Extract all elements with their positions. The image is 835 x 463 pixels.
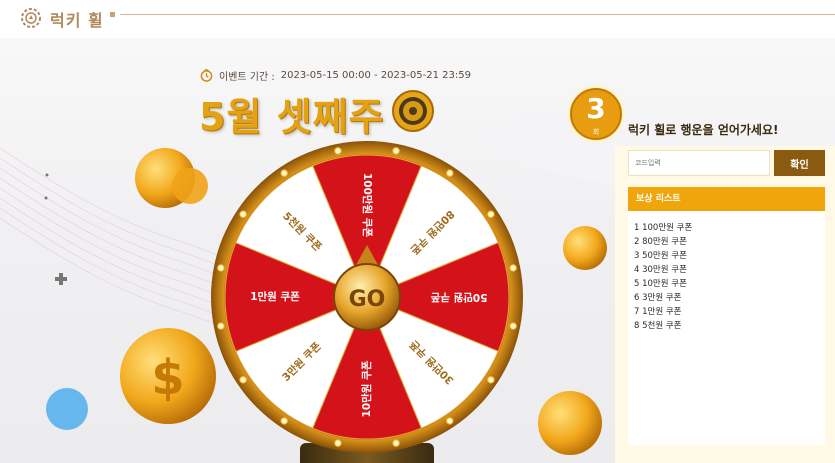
wheel-segment-label: 50만원 쿠폰 <box>430 291 487 304</box>
wheel-light-bulb <box>392 147 400 155</box>
reward-list-item: 3 50만원 쿠폰 <box>634 251 687 261</box>
wheel-light-bulb <box>509 264 517 272</box>
spin-count: 3 <box>586 92 606 125</box>
event-period: 이벤트 기간 : 2023-05-15 00:00 - 2023-05-21 2… <box>200 67 471 83</box>
event-period-value: 2023-05-15 00:00 - 2023-05-21 23:59 <box>280 69 471 81</box>
app-title: 럭키 휠 <box>50 11 104 30</box>
wheel-light-bulb <box>446 169 454 177</box>
lucky-wheel-logo-icon <box>21 8 41 28</box>
reward-list-item: 6 3만원 쿠폰 <box>634 293 682 303</box>
wheel-segment-label: 100만원 쿠폰 <box>361 173 374 238</box>
wheel-light-bulb <box>487 376 495 384</box>
title-bar-dot <box>110 12 115 17</box>
wheel-light-bulb <box>334 439 342 447</box>
code-input[interactable] <box>628 150 770 176</box>
wheel-segment-label: 10만원 쿠폰 <box>360 360 373 417</box>
spin-button-label: GO <box>349 287 386 312</box>
wheel-segment-label: 1만원 쿠폰 <box>250 290 300 303</box>
wheel-light-bulb <box>217 322 225 330</box>
top-bar: 럭키 휠 <box>0 0 835 38</box>
spin-count-unit: 회 <box>592 128 600 136</box>
reward-list-item: 2 80만원 쿠폰 <box>634 237 687 247</box>
wheel-light-bulb <box>334 147 342 155</box>
reward-list-title: 보상 리스트 <box>628 187 825 211</box>
event-title: 5월 셋째주 <box>199 95 385 139</box>
wheel-light-bulb <box>280 169 288 177</box>
reward-list-item: 5 10만원 쿠폰 <box>634 279 687 289</box>
clock-icon <box>200 68 213 82</box>
reward-list-item: 1 100만원 쿠폰 <box>634 223 693 233</box>
wheel-light-bulb <box>239 210 247 218</box>
svg-text:$: $ <box>151 350 184 406</box>
reward-list-item: 7 1만원 쿠폰 <box>634 307 682 317</box>
wheel-light-bulb <box>509 322 517 330</box>
wheel-light-bulb <box>239 376 247 384</box>
lucky-wheel[interactable]: 100만원 쿠폰 80만원 쿠폰50만원 쿠폰30만원 쿠폰10만원 쿠폰3만원 … <box>208 137 526 463</box>
confirm-button[interactable]: 확인 <box>774 150 825 176</box>
reward-list: 1 100만원 쿠폰 2 80만원 쿠폰 3 50만원 쿠폰 4 30만원 쿠폰 5 1… <box>628 211 825 445</box>
wheel-light-bulb <box>446 417 454 425</box>
panel-message: 럭키 휠로 행운을 얻어가세요! <box>628 123 779 137</box>
wheel-light-bulb <box>487 210 495 218</box>
gold-coin-icon <box>392 90 434 132</box>
reward-list-item: 8 5천원 쿠폰 <box>634 321 682 331</box>
event-period-label: 이벤트 기간 : <box>219 71 275 83</box>
wheel-light-bulb <box>217 264 225 272</box>
reward-list-item: 4 30만원 쿠폰 <box>634 265 687 275</box>
title-bar-line <box>120 14 835 15</box>
wheel-light-bulb <box>280 417 288 425</box>
wheel-light-bulb <box>392 439 400 447</box>
